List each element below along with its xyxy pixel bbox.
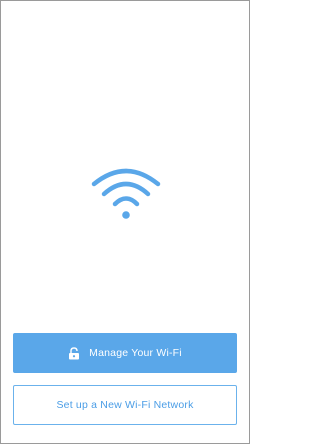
wifi-icon [90, 164, 162, 222]
lock-icon [68, 346, 80, 360]
setup-new-network-label: Set up a New Wi-Fi Network [56, 399, 194, 411]
manage-wifi-label: Manage Your Wi-Fi [89, 347, 182, 359]
app-screen: Manage Your Wi-Fi Set up a New Wi-Fi Net… [0, 0, 250, 444]
setup-new-network-button[interactable]: Set up a New Wi-Fi Network [13, 385, 237, 425]
manage-wifi-button[interactable]: Manage Your Wi-Fi [13, 333, 237, 373]
